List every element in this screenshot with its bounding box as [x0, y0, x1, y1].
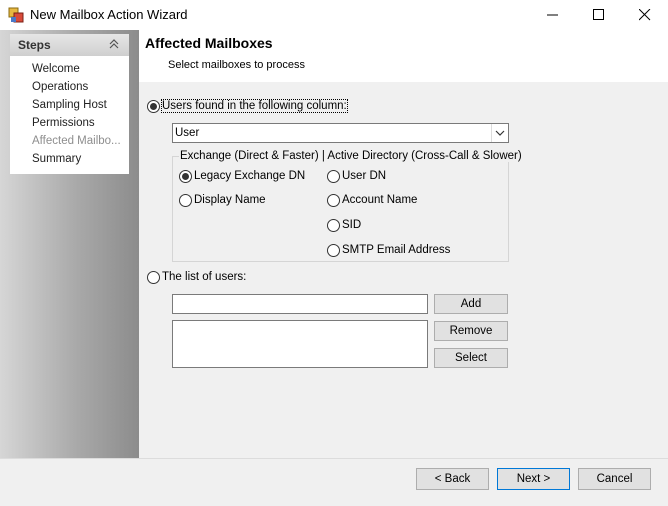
close-button[interactable]	[622, 0, 668, 30]
step-sampling-host[interactable]: Sampling Host	[32, 99, 107, 111]
minimize-icon	[547, 14, 558, 16]
maximize-button[interactable]	[576, 0, 622, 30]
sid-label[interactable]: SID	[342, 219, 361, 231]
remove-button[interactable]: Remove	[434, 321, 508, 341]
collapse-chevron-icon[interactable]	[109, 39, 119, 49]
step-operations[interactable]: Operations	[32, 81, 88, 93]
account-name-radio[interactable]	[327, 194, 340, 207]
back-button[interactable]: < Back	[416, 468, 489, 490]
title-bar: New Mailbox Action Wizard	[0, 0, 668, 30]
page-subtitle: Select mailboxes to process	[168, 59, 305, 71]
users-in-column-label[interactable]: Users found in the following column:	[161, 99, 348, 113]
close-icon	[639, 9, 651, 21]
select-button[interactable]: Select	[434, 348, 508, 368]
page-title: Affected Mailboxes	[145, 35, 273, 51]
steps-box: Steps Welcome Operations Sampling Host P…	[10, 34, 129, 174]
account-name-label[interactable]: Account Name	[342, 194, 417, 206]
chevron-down-icon	[495, 130, 505, 136]
steps-header[interactable]: Steps	[10, 34, 129, 56]
list-of-users-radio[interactable]	[147, 271, 160, 284]
cancel-button[interactable]: Cancel	[578, 468, 651, 490]
next-button[interactable]: Next >	[497, 468, 570, 490]
user-dn-label[interactable]: User DN	[342, 170, 386, 182]
list-of-users-label[interactable]: The list of users:	[162, 271, 246, 283]
add-button[interactable]: Add	[434, 294, 508, 314]
smtp-email-address-label[interactable]: SMTP Email Address	[342, 244, 450, 256]
user-dn-radio[interactable]	[327, 170, 340, 183]
page-header: Affected Mailboxes Select mailboxes to p…	[139, 30, 668, 82]
user-list-box[interactable]	[172, 320, 428, 368]
user-entry-input[interactable]	[172, 294, 428, 314]
steps-header-label: Steps	[18, 38, 51, 52]
sid-radio[interactable]	[327, 219, 340, 232]
step-affected-mailboxes[interactable]: Affected Mailbo...	[32, 135, 121, 147]
window-title: New Mailbox Action Wizard	[30, 7, 188, 22]
step-welcome[interactable]: Welcome	[32, 63, 80, 75]
users-in-column-radio[interactable]	[147, 100, 160, 113]
step-permissions[interactable]: Permissions	[32, 117, 95, 129]
minimize-button[interactable]	[530, 0, 576, 30]
display-name-label[interactable]: Display Name	[194, 194, 266, 206]
column-select-value: User	[175, 127, 200, 139]
legacy-exchange-dn-label[interactable]: Legacy Exchange DN	[194, 170, 305, 182]
column-select-dropdown-button[interactable]	[491, 124, 508, 142]
step-summary[interactable]: Summary	[32, 153, 81, 165]
column-select[interactable]: User	[172, 123, 509, 143]
id-type-group-title: Exchange (Direct & Faster) | Active Dire…	[179, 150, 523, 162]
mailbox-app-icon	[8, 7, 24, 23]
maximize-icon	[593, 9, 604, 20]
legacy-exchange-dn-radio[interactable]	[179, 170, 192, 183]
display-name-radio[interactable]	[179, 194, 192, 207]
smtp-email-address-radio[interactable]	[327, 244, 340, 257]
